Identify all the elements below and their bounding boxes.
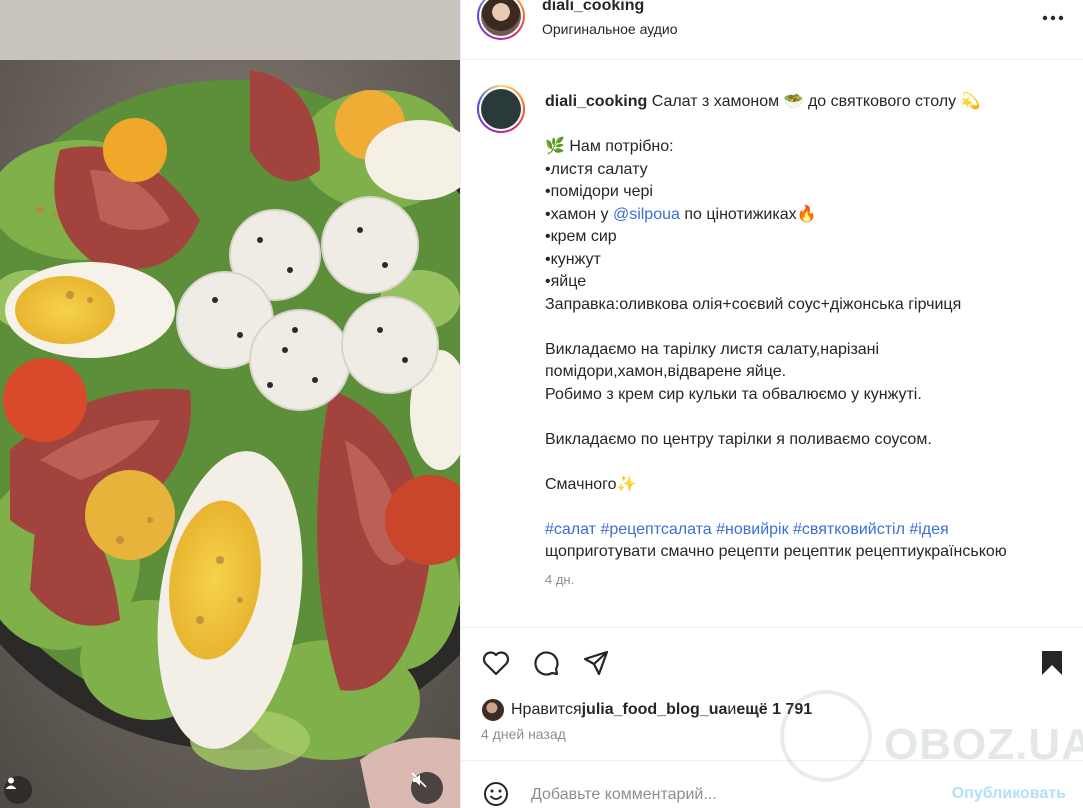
caption-username-link[interactable]: diali_cooking [545,93,647,110]
site-watermark: OBOZ.UA [780,690,1083,790]
hashtags-links[interactable]: #салат #рецептсалата #новийрік #святкови… [545,521,949,538]
caption-line: Робимо з крем сир кульки та обвалюємо у … [545,385,922,403]
heart-icon [482,651,510,676]
caption-line: •листя салату [545,160,648,178]
mute-toggle-button[interactable] [411,772,443,804]
caption-line: •кунжут [545,250,601,268]
comment-button[interactable] [531,648,561,678]
comments-scroll-area[interactable]: diali_cooking Салат з хамоном 🥗 до святк… [461,61,1083,627]
emoji-button[interactable] [481,779,511,808]
caption-timestamp: 4 дн. [545,572,575,587]
likes-summary: Нравится julia_food_blog_ua и ещё 1 791 [481,697,812,723]
audio-label-link[interactable]: Оригинальное аудио [542,21,678,37]
liker-username-link[interactable]: julia_food_blog_ua [582,701,728,719]
post-media-video[interactable] [0,0,460,808]
next-comment-avatar[interactable] [477,85,525,133]
caption-line: Викладаємо по центру тарілки я поливаємо… [545,430,932,448]
liker-avatar[interactable] [481,698,505,722]
caption-line: помідори,хамон,відварене яйце. [545,363,787,380]
like-button[interactable] [481,648,511,678]
caption-line: 🌿 Нам потрібно: [545,138,674,155]
save-button[interactable] [1037,648,1067,678]
likes-prefix: Нравится [511,701,582,718]
tagged-users-button[interactable] [4,776,32,804]
caption-line: •помідори черi [545,183,653,200]
more-options-button[interactable] [1040,6,1066,30]
mention-link[interactable]: @silpoua [613,206,680,223]
user-tag-icon [5,777,17,789]
author-avatar[interactable] [477,0,525,40]
comment-icon [534,651,559,676]
post-actions-bar [461,627,1083,693]
share-button[interactable] [581,648,611,678]
caption-line: •яйце [545,273,587,290]
likes-middle: и [727,701,737,718]
caption-line: •крем сир [545,228,617,245]
author-username-link[interactable]: diali_cooking [542,0,644,15]
post-header: diali_cooking Оригинальное аудио [461,0,1083,60]
watermark-globe-icon [780,690,872,782]
caption-line: Смачного✨ [545,475,637,493]
post-details-panel: diali_cooking Оригинальное аудио diali_c… [460,0,1083,808]
post-date[interactable]: 4 дней назад [481,726,566,742]
caption-line: •хамон у [545,205,613,223]
watermark-text: OBOZ.UA [884,720,1083,769]
caption-line: Викладаємо на тарілку листя салату,наріз… [545,340,880,358]
caption-line: щоприготувати смачно рецепти рецептик ре… [545,543,1007,560]
salad-photo [0,0,460,808]
post-caption: diali_cooking Салат з хамоном 🥗 до святк… [545,91,1065,564]
caption-line: Заправка:оливкова олія+соєвий соус+діжон… [545,295,962,313]
caption-title: Салат з хамоном 🥗 до святкового столу 💫 [651,93,981,110]
share-icon [583,650,609,676]
smiley-icon [484,782,508,806]
muted-speaker-icon [411,772,427,788]
bookmark-icon [1042,651,1062,675]
more-horizontal-icon [1042,15,1064,21]
caption-line: по цінотижиках🔥 [679,205,817,223]
